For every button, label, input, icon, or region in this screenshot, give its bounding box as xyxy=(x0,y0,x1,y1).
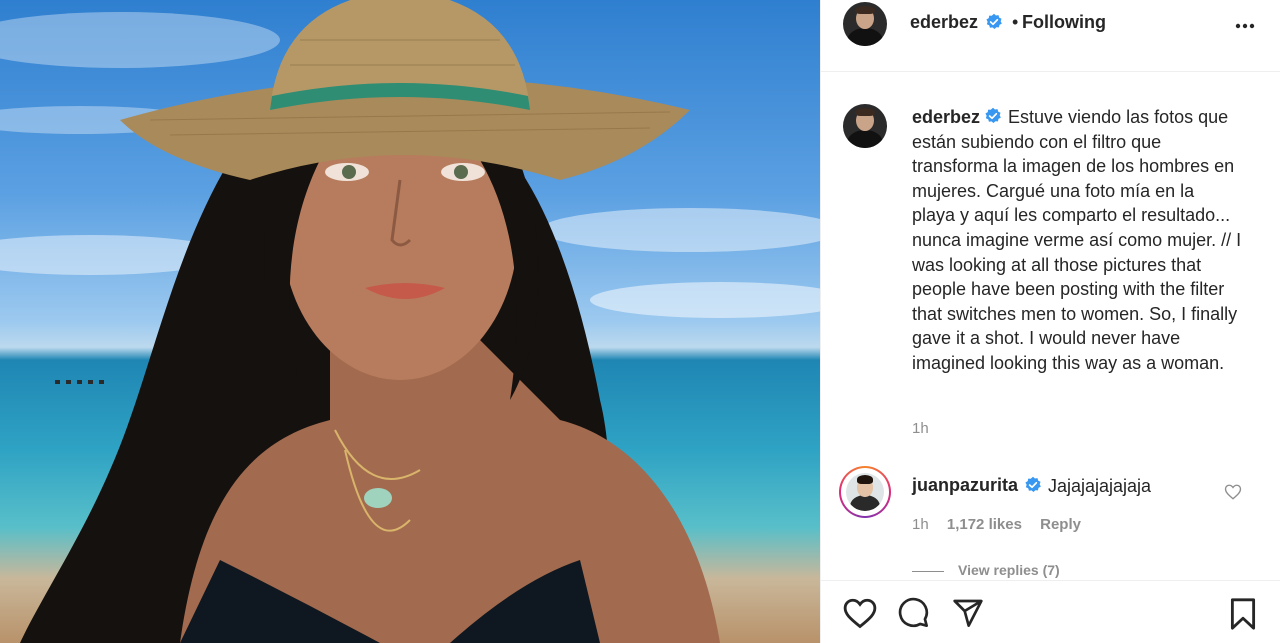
caption-text-block: ederbez Estuve viendo las fotos que está… xyxy=(912,105,1242,376)
view-replies-line xyxy=(912,570,944,572)
beach-selfie-image xyxy=(0,0,820,643)
comment-timestamp[interactable]: 1h xyxy=(912,516,929,533)
caption-timestamp[interactable]: 1h xyxy=(912,420,929,437)
view-replies-button[interactable]: View replies (7) xyxy=(912,562,1060,578)
comment-heart-icon[interactable] xyxy=(1224,483,1242,501)
more-options-icon[interactable] xyxy=(1233,14,1257,38)
comment-icon[interactable] xyxy=(897,597,931,629)
action-bar xyxy=(821,580,1280,643)
bookmark-icon[interactable] xyxy=(1226,597,1260,631)
post-photo[interactable] xyxy=(0,0,820,643)
caption-text: Estuve viendo las fotos que están subien… xyxy=(912,107,1242,373)
commenter-username[interactable]: juanpazurita xyxy=(912,475,1018,496)
heart-icon[interactable] xyxy=(843,597,877,629)
caption-username[interactable]: ederbez xyxy=(912,107,980,127)
comment-item: juanpazurita Jajajajajajaja 1h 1,172 lik… xyxy=(821,466,1280,533)
author-username[interactable]: ederbez xyxy=(910,12,978,33)
verified-badge-icon xyxy=(985,108,1001,124)
verified-badge-icon xyxy=(986,13,1002,30)
post-header: ederbez • Following xyxy=(821,0,1280,72)
comment-text: Jajajajajajaja xyxy=(1048,476,1152,496)
author-avatar[interactable] xyxy=(843,2,887,46)
commenter-avatar[interactable] xyxy=(846,473,884,511)
comment-meta: 1h 1,172 likes Reply xyxy=(912,516,1095,533)
reply-button[interactable]: Reply xyxy=(1040,516,1081,533)
story-ring[interactable] xyxy=(839,466,891,518)
view-replies-label: View replies (7) xyxy=(958,562,1060,578)
comment-likes[interactable]: 1,172 likes xyxy=(947,516,1022,533)
caption-author-avatar[interactable] xyxy=(843,104,887,148)
header-separator: • xyxy=(1012,12,1019,32)
verified-badge-icon xyxy=(1025,476,1041,493)
post-side-panel: ederbez • Following ederbez Estuve viend… xyxy=(820,0,1280,643)
share-icon[interactable] xyxy=(951,597,985,629)
following-button[interactable]: Following xyxy=(1022,12,1106,33)
